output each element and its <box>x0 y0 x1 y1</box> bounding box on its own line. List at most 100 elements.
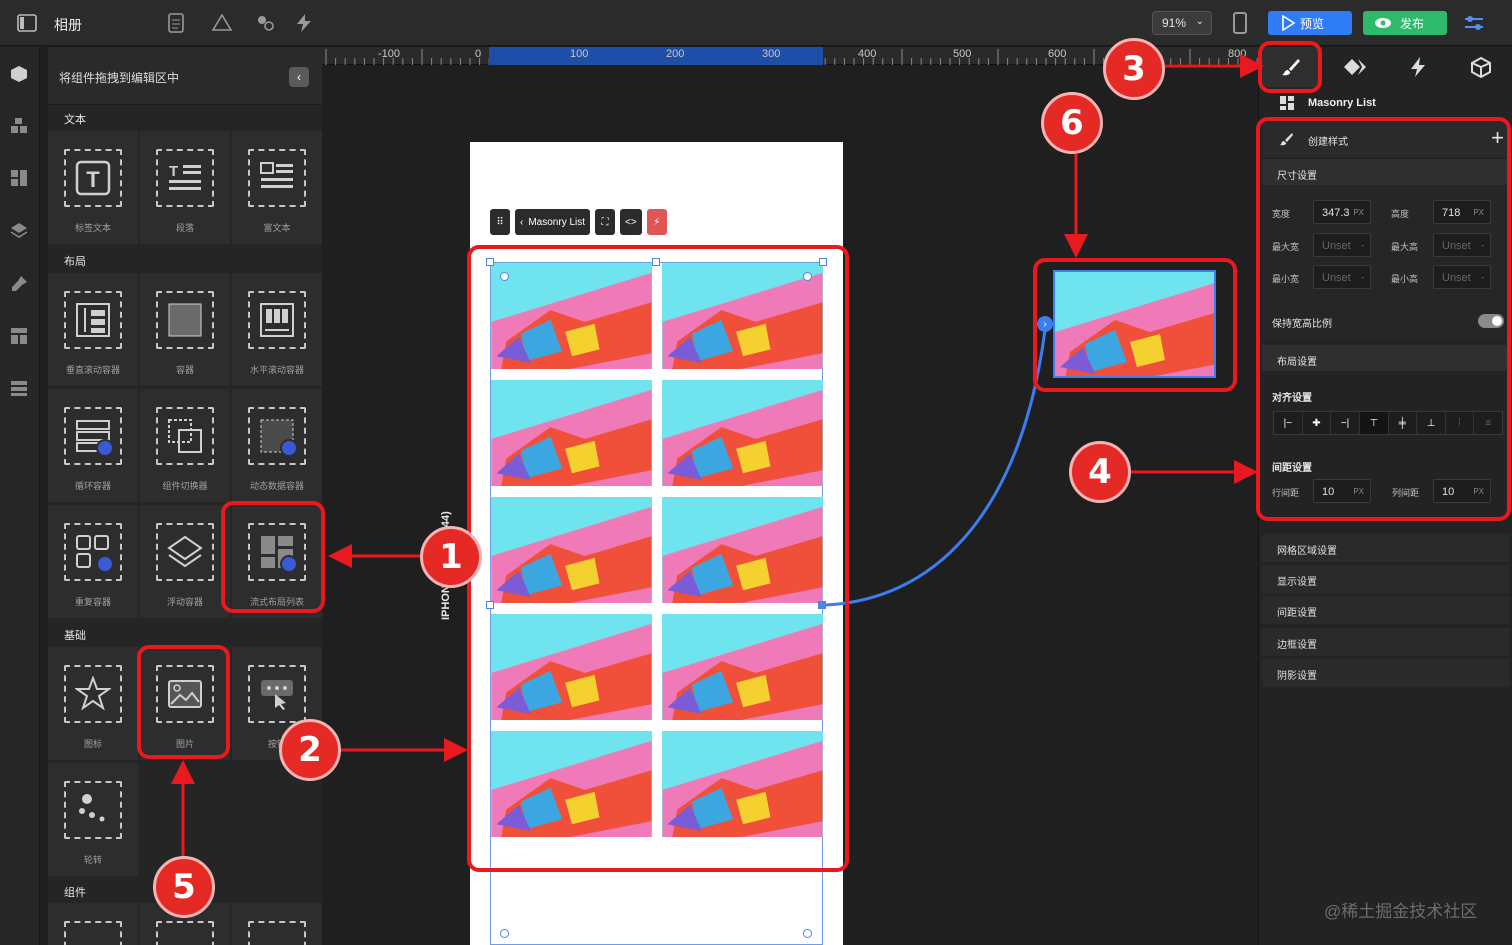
settings-sliders-icon[interactable] <box>1462 12 1486 34</box>
svg-text:T: T <box>86 167 100 192</box>
collapsed-label: 边框设置 <box>1277 640 1317 651</box>
ruler-label: 500 <box>953 48 972 60</box>
annotation-badge: 6 <box>1041 92 1103 154</box>
collapsed-label: 阴影设置 <box>1277 671 1317 682</box>
tab-layout[interactable] <box>1323 47 1386 87</box>
highlight-image-node <box>1033 258 1237 392</box>
components-panel: 将组件拖拽到编辑区中 ‹ 文本 T 标签文本 T 段落 富文本 布局 垂直滚动容… <box>48 47 322 945</box>
text-t-icon: T <box>75 160 111 196</box>
selected-component-name: Masonry List <box>528 216 586 228</box>
annotation-badge: 3 <box>1103 38 1165 100</box>
section-text: 文本 <box>64 114 86 126</box>
drag-handle-button[interactable]: ⠿ <box>490 209 510 235</box>
zoom-select[interactable]: 91% ⌄ <box>1152 11 1212 35</box>
eye-icon <box>1375 18 1391 28</box>
tab-data[interactable] <box>1449 47 1512 87</box>
preview-label: 预览 <box>1300 16 1325 31</box>
publish-label: 发布 <box>1400 16 1425 31</box>
collapsed-label: 间距设置 <box>1277 608 1317 619</box>
app-title: 相册 <box>54 17 82 33</box>
component-switcher[interactable]: 组件切换器 <box>140 389 230 502</box>
fit-size-button[interactable]: ⛶ <box>595 209 616 235</box>
paragraph-icon: T <box>169 163 201 190</box>
document-icon[interactable] <box>166 13 186 33</box>
preview-button[interactable]: 预览 <box>1268 11 1352 35</box>
component-repeat-container[interactable]: 重复容器 <box>48 505 138 618</box>
collapsed-border[interactable]: 边框设置 <box>1262 628 1510 656</box>
package-icon <box>1470 56 1491 78</box>
annotation-badge: 2 <box>279 719 341 781</box>
component-slot-1[interactable] <box>48 903 138 945</box>
code-button[interactable]: <> <box>620 209 642 235</box>
masonry-component-icon <box>1280 96 1294 110</box>
code-icon: <> <box>625 216 637 228</box>
component-loop-container[interactable]: 循环容器 <box>48 389 138 502</box>
component-vertical-scroll[interactable]: 垂直滚动容器 <box>48 273 138 386</box>
collapsed-grid-area[interactable]: 网格区域设置 <box>1262 534 1510 562</box>
list-icon[interactable] <box>10 379 28 397</box>
annotation-badge: 5 <box>153 856 215 918</box>
bolt-icon <box>1410 57 1425 77</box>
component-horizontal-scroll[interactable]: 水平滚动容器 <box>232 273 322 386</box>
container-icon <box>168 303 202 337</box>
database-icon <box>280 439 298 457</box>
chevron-left-icon: ‹ <box>297 70 301 84</box>
panel-header: 将组件拖拽到编辑区中 ‹ <box>48 47 322 105</box>
device-phone-icon[interactable] <box>1233 12 1247 34</box>
collapsed-display[interactable]: 显示设置 <box>1262 565 1510 593</box>
svg-text:T: T <box>169 163 178 180</box>
component-slot-3[interactable] <box>232 903 322 945</box>
component-label-text[interactable]: T 标签文本 <box>48 131 138 244</box>
highlight-style-panel <box>1256 117 1511 521</box>
button-click-icon <box>261 680 293 710</box>
collapsed-shadow[interactable]: 阴影设置 <box>1262 659 1510 687</box>
ruler-label: 0 <box>475 48 482 60</box>
grid-layout-icon[interactable] <box>10 169 28 187</box>
database-icon <box>96 439 114 457</box>
component-rich-text[interactable]: 富文本 <box>232 131 322 244</box>
drive-icon[interactable] <box>211 13 233 33</box>
actions-bolt-icon[interactable] <box>292 13 316 33</box>
drag-hint: 将组件拖拽到编辑区中 <box>59 71 180 85</box>
component-floating-container[interactable]: 浮动容器 <box>140 505 230 618</box>
database-icon <box>96 555 114 573</box>
expand-icon: ⛶ <box>601 216 609 228</box>
bolt-icon: ⚡ <box>653 216 661 228</box>
star-icon <box>75 676 111 711</box>
pin-icon[interactable] <box>10 275 28 293</box>
component-dynamic-data[interactable]: 动态数据容器 <box>232 389 322 502</box>
component-carousel[interactable]: 轮转 <box>48 763 138 876</box>
publish-button[interactable]: 发布 <box>1363 11 1447 35</box>
radius-handle[interactable] <box>500 929 509 938</box>
layers-icon[interactable] <box>10 221 28 239</box>
components-icon[interactable] <box>254 13 276 33</box>
ruler-label: 300 <box>762 48 781 60</box>
highlight-image-component <box>137 645 230 759</box>
highlight-style-tab <box>1258 41 1322 93</box>
collapsed-spacing[interactable]: 间距设置 <box>1262 596 1510 624</box>
radius-handle[interactable] <box>803 929 812 938</box>
highlight-masonry-component <box>221 501 325 613</box>
chevron-down-icon: ⌄ <box>1195 16 1204 27</box>
select-parent-button[interactable]: ‹ Masonry List <box>515 209 591 235</box>
top-bar: 相册 91% ⌄ 预览 发布 <box>0 0 1512 46</box>
grip-dots-icon: ⠿ <box>496 216 504 228</box>
action-bolt-button[interactable]: ⚡ <box>646 209 667 235</box>
watermark: @稀土掘金技术社区 <box>1324 902 1478 921</box>
play-icon <box>1282 15 1296 31</box>
component-paragraph[interactable]: T 段落 <box>140 131 230 244</box>
rich-text-icon <box>260 162 293 188</box>
pages-icon[interactable] <box>10 327 28 345</box>
highlight-masonry-canvas <box>467 245 849 872</box>
annotation-badge: 4 <box>1069 441 1131 503</box>
cube-icon[interactable] <box>10 65 28 83</box>
component-icon[interactable]: 图标 <box>48 647 138 760</box>
component-container[interactable]: 容器 <box>140 273 230 386</box>
sidebar-toggle-icon[interactable] <box>16 13 38 33</box>
collapse-panel-button[interactable]: ‹ <box>289 67 309 87</box>
vertical-scroll-icon <box>76 303 110 337</box>
diamond-arrows-icon <box>1343 59 1366 75</box>
stack-boxes-icon[interactable] <box>10 117 28 135</box>
tab-actions[interactable] <box>1386 47 1449 87</box>
ruler-label: 400 <box>858 48 877 60</box>
